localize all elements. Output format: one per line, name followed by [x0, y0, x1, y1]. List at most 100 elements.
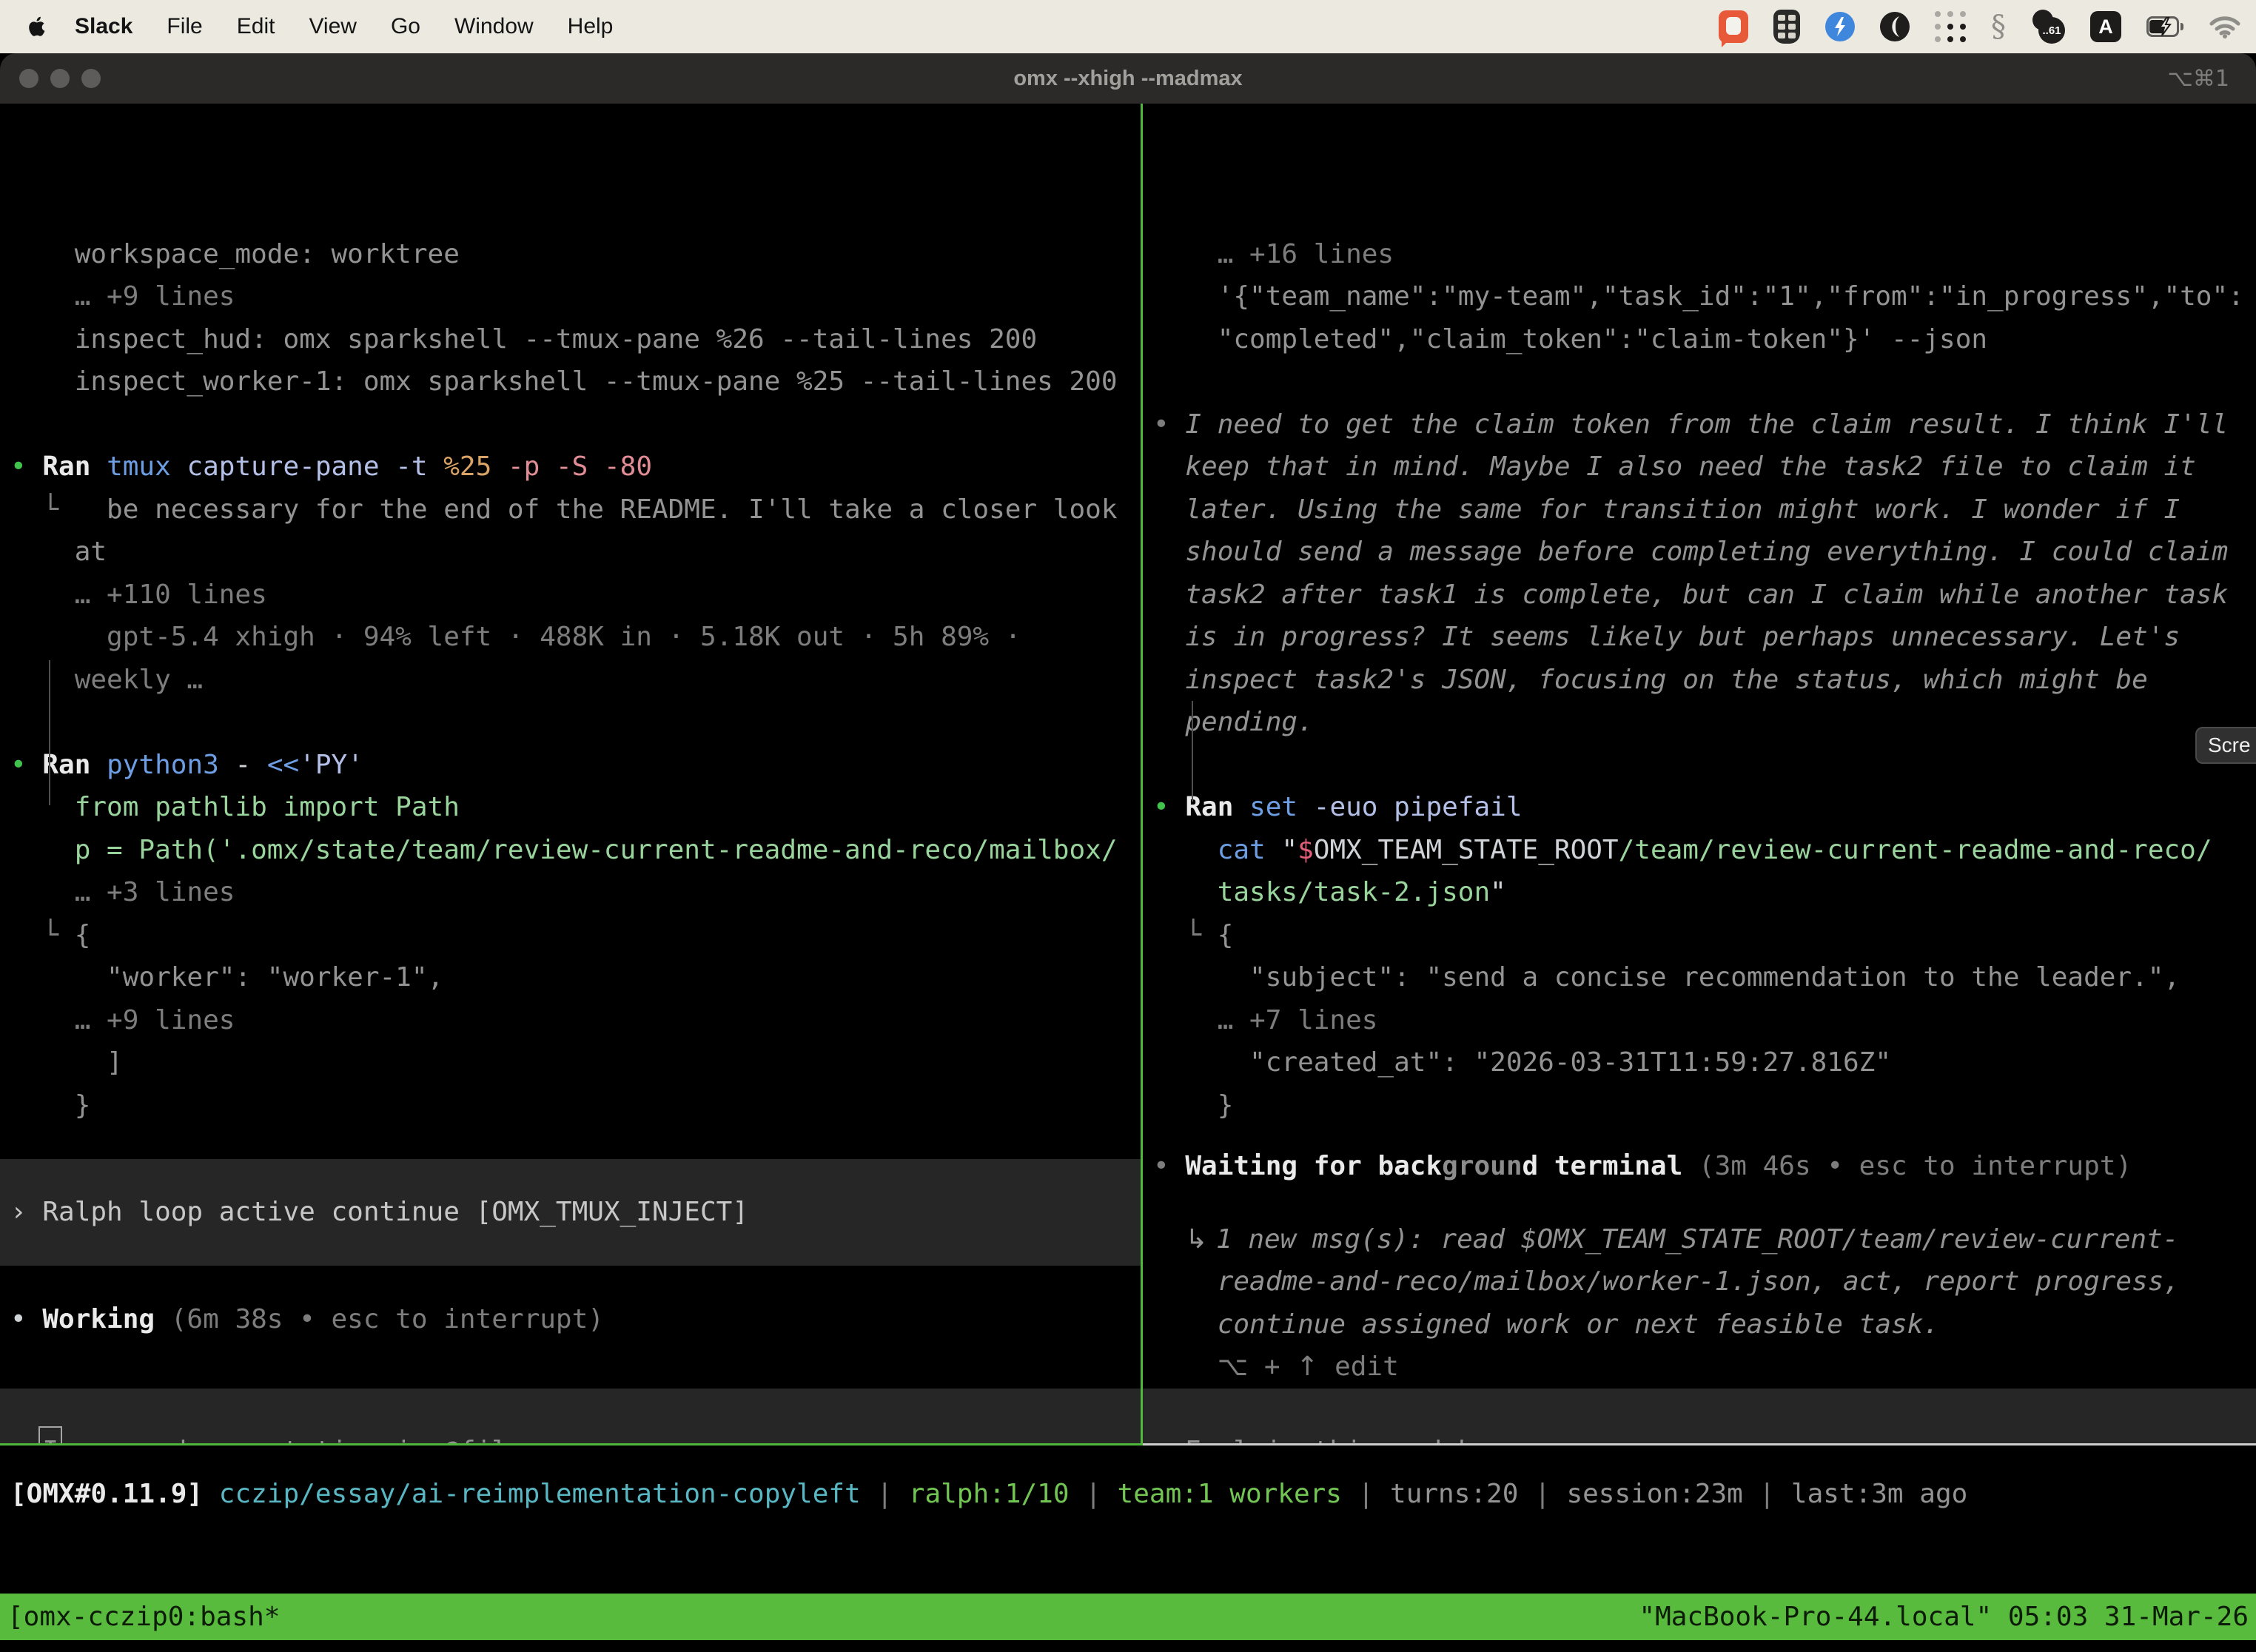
- count-badge-icon[interactable]: ..61: [2031, 10, 2065, 44]
- text-segment: [1153, 1224, 1185, 1255]
- terminal-line: inspect_hud: omx sparkshell --tmux-pane …: [0, 318, 1141, 361]
- terminal-line: [0, 701, 1141, 744]
- menu-item-file[interactable]: File: [150, 14, 219, 39]
- text-segment: session:23m: [1566, 1479, 1742, 1509]
- text-segment: I need to get the claim token from the c…: [1185, 409, 2228, 440]
- terminal-line: weekly …: [0, 659, 1141, 702]
- text-segment: python3: [107, 750, 235, 780]
- text-segment: ]: [10, 1047, 123, 1078]
- text-segment: … +3 lines: [10, 877, 235, 907]
- menu-item-app[interactable]: Slack: [58, 14, 150, 39]
- text-segment: workspace_mode: worktree: [10, 239, 460, 269]
- text-segment: [203, 1479, 219, 1509]
- text-segment: -: [235, 750, 266, 780]
- text-segment: capture-pane: [187, 451, 395, 482]
- text-segment: '{"team_name":"my-team","task_id":"1","f…: [1153, 281, 2244, 312]
- terminal-line: • Working (6m 38s • esc to interrupt): [0, 1298, 1141, 1341]
- text-segment: Ran: [1185, 792, 1249, 822]
- text-segment: inspect_worker-1: omx sparkshell --tmux-…: [10, 366, 1118, 397]
- terminal-band: › Explain this codebase: [1143, 1389, 2256, 1446]
- dark-crescent-icon[interactable]: [1880, 12, 1910, 41]
- menu-item-help[interactable]: Help: [551, 14, 631, 39]
- keypad-shield-icon[interactable]: [1773, 10, 1800, 44]
- text-segment: inspect_hud: omx sparkshell --tmux-pane …: [10, 324, 1037, 355]
- terminal-line: }: [1143, 1084, 2256, 1127]
- terminal-line: ↳ 1 new msg(s): read $OMX_TEAM_STATE_ROO…: [1143, 1218, 2256, 1261]
- terminal-line: later. Using the same for transition mig…: [1143, 488, 2256, 531]
- terminal-line: … +9 lines: [0, 275, 1141, 318]
- menu-item-window[interactable]: Window: [437, 14, 551, 39]
- tmux-status-bar: [omx-cczip0:bash* "MacBook-Pro-44.local"…: [0, 1594, 2256, 1640]
- dots-grid-icon[interactable]: [1935, 11, 1966, 42]
- tmux-host-clock: "MacBook-Pro-44.local" 05:03 31-Mar-26: [1639, 1594, 2249, 1640]
- text-segment: task2 after task1 is complete, but can I…: [1153, 580, 2228, 610]
- apple-menu-icon[interactable]: [28, 15, 47, 38]
- chat-bubble-icon[interactable]: [1719, 10, 1748, 43]
- text-segment: weekly …: [10, 665, 203, 695]
- menu-item-go[interactable]: Go: [374, 14, 437, 39]
- squiggle-icon[interactable]: §: [1991, 10, 2006, 44]
- text-segment: [1153, 835, 1218, 865]
- text-segment: -t: [395, 451, 443, 482]
- text-segment: ralph:1/10: [909, 1479, 1070, 1509]
- text-segment: |: [861, 1479, 909, 1509]
- text-segment: continue assigned work or next feasible …: [1153, 1309, 1939, 1340]
- terminal-line: p = Path('.omx/state/team/review-current…: [0, 829, 1141, 872]
- macos-menu-bar: Slack File Edit View Go Window Help § ..…: [0, 0, 2256, 53]
- text-segment: 'PY': [299, 750, 363, 780]
- text-segment: … +16 lines: [1153, 239, 1394, 269]
- text-segment: is in progress? It seems likely but perh…: [1153, 622, 2180, 652]
- window-shortcut: ⌥⌘1: [2167, 66, 2229, 92]
- blue-bolt-icon[interactable]: [1825, 12, 1855, 41]
- text-segment: groun: [1442, 1151, 1522, 1181]
- tmux-window-tab[interactable]: [omx-cczip0:bash*: [7, 1594, 280, 1640]
- text-segment: {: [75, 920, 91, 950]
- text-segment: •: [10, 1304, 42, 1334]
- window-titlebar[interactable]: omx --xhigh --madmax ⌥⌘1: [0, 53, 2256, 104]
- terminal-line: tasks/task-2.json": [1143, 871, 2256, 914]
- screen-tooltip: Scre: [2195, 727, 2256, 764]
- terminal-line: [OMX#0.11.9] cczip/essay/ai-reimplementa…: [0, 1473, 2256, 1516]
- terminal-line: "subject": "send a concise recommendatio…: [1143, 956, 2256, 999]
- text-segment: p = Path('.omx/state/team/review-current…: [10, 835, 1118, 865]
- text-segment: "completed","claim_token":"claim-token"}…: [1153, 324, 1987, 355]
- battery-charging-icon[interactable]: [2146, 16, 2183, 37]
- terminal-line: workspace_mode: worktree: [0, 233, 1141, 276]
- zoom-button[interactable]: [81, 69, 101, 88]
- terminal-line: at: [0, 531, 1141, 574]
- terminal-line: inspect task2's JSON, focusing on the st…: [1143, 659, 2256, 702]
- text-segment: keep that in mind. Maybe I also need the…: [1153, 451, 2196, 482]
- text-segment: [OMX#0.11.9]: [10, 1479, 203, 1509]
- letter-a-icon[interactable]: A: [2090, 11, 2121, 42]
- text-segment: •: [10, 750, 42, 780]
- text-segment: /team/review-current-readme-and-reco/: [1619, 835, 2212, 865]
- wifi-icon[interactable]: [2209, 14, 2241, 39]
- terminal-line: [1143, 744, 2256, 787]
- menu-item-edit[interactable]: Edit: [220, 14, 292, 39]
- terminal-line: • Ran tmux capture-pane -t %25 -p -S -80: [0, 446, 1141, 488]
- text-segment: tasks/task-2.json: [1153, 877, 1490, 907]
- terminal-line: "worker": "worker-1",: [0, 956, 1141, 999]
- text-segment: |: [1518, 1479, 1566, 1509]
- tmux-pane-right[interactable]: … +16 lines '{"team_name":"my-team","tas…: [1143, 104, 2256, 1446]
- terminal-line: └ {: [1143, 914, 2256, 957]
- text-segment: └: [10, 920, 75, 950]
- terminal-gap: [1143, 1188, 2256, 1218]
- text-segment: "subject": "send a concise recommendatio…: [1153, 962, 2180, 993]
- minimize-button[interactable]: [50, 69, 70, 88]
- terminal-line: cat "$OMX_TEAM_STATE_ROOT/team/review-cu…: [1143, 829, 2256, 872]
- text-segment: }: [1153, 1090, 1233, 1121]
- menu-status-icons: § ..61 A: [1719, 10, 2256, 44]
- text-segment: }: [10, 1090, 90, 1121]
- close-button[interactable]: [19, 69, 38, 88]
- terminal-line: inspect_worker-1: omx sparkshell --tmux-…: [0, 360, 1141, 403]
- tmux-pane-left[interactable]: workspace_mode: worktree … +9 lines insp…: [0, 104, 1141, 1446]
- text-segment: readme-and-reco/mailbox/worker-1.json, a…: [1153, 1266, 2180, 1297]
- terminal-line: ⌥ + ↑ edit: [1143, 1346, 2256, 1389]
- terminal-line: … +9 lines: [0, 999, 1141, 1042]
- menu-item-view[interactable]: View: [292, 14, 373, 39]
- text-segment: •: [1153, 792, 1185, 822]
- text-segment: +: [1248, 1352, 1296, 1382]
- text-segment: Working: [42, 1304, 170, 1334]
- text-segment: turns:20: [1390, 1479, 1518, 1509]
